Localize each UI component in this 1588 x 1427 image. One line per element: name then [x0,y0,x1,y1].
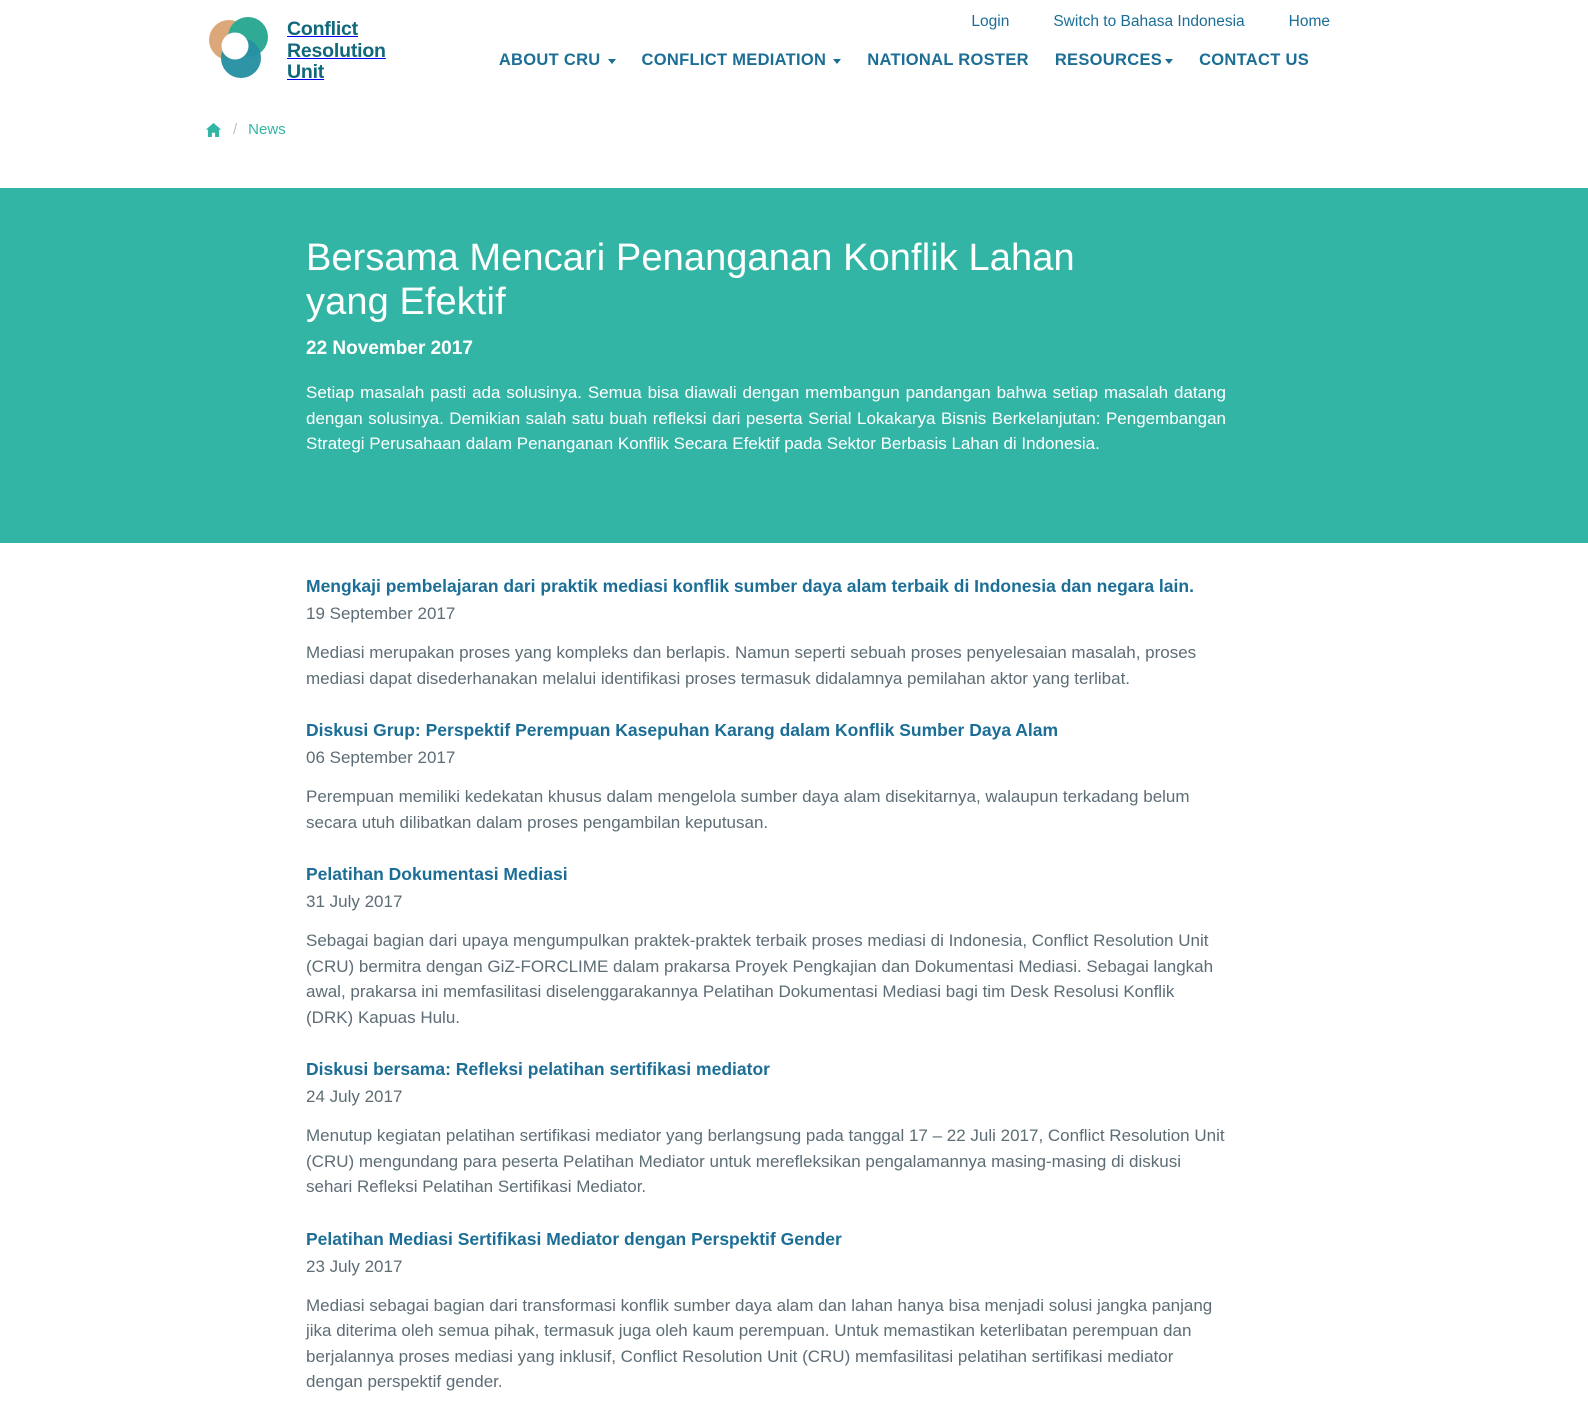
nav-item-national-roster[interactable]: NATIONAL ROSTER [867,51,1029,70]
chevron-down-icon [1165,59,1174,64]
breadcrumb: / News [205,121,286,138]
site-header: Conflict Resolution Unit Login Switch to… [0,0,1588,188]
cru-circles-logo-icon [205,14,273,82]
news-list: Mengkaji pembelajaran dari praktik media… [306,543,1226,1395]
nav-label-conflict-mediation: CONFLICT MEDIATION [641,51,827,69]
nav-item-contact-us[interactable]: CONTACT US [1199,51,1309,70]
list-item: Pelatihan Dokumentasi Mediasi 31 July 20… [306,861,1226,1030]
news-title-link[interactable]: Pelatihan Dokumentasi Mediasi [306,861,1226,887]
chevron-down-icon [833,59,842,64]
nav-item-resources[interactable]: RESOURCES [1054,51,1174,70]
nav-label-contact-us: CONTACT US [1199,51,1309,69]
list-item: Pelatihan Mediasi Sertifikasi Mediator d… [306,1226,1226,1395]
news-title-link[interactable]: Diskusi bersama: Refleksi pelatihan sert… [306,1056,1226,1082]
news-excerpt: Mediasi sebagai bagian dari transformasi… [306,1295,1213,1392]
list-item: Mengkaji pembelajaran dari praktik media… [306,573,1226,691]
news-excerpt: Menutup kegiatan pelatihan sertifikasi m… [306,1126,1225,1196]
news-title-link[interactable]: Diskusi Grup: Perspektif Perempuan Kasep… [306,717,1226,743]
nav-item-conflict-mediation[interactable]: CONFLICT MEDIATION [642,51,842,70]
home-icon[interactable] [205,122,222,138]
news-date: 19 September 2017 [306,604,456,623]
news-date: 24 July 2017 [306,1087,403,1106]
hero-description: Setiap masalah pasti ada solusinya. Semu… [306,383,1226,453]
nav-item-about-cru[interactable]: ABOUT CRU [499,51,616,70]
list-item: Diskusi Grup: Perspektif Perempuan Kasep… [306,717,1226,835]
nav-label-about-cru: ABOUT CRU [498,51,601,69]
breadcrumb-item-news[interactable]: News [248,121,286,138]
utility-links: Login Switch to Bahasa Indonesia Home [971,13,1330,31]
brand-logo[interactable]: Conflict Resolution Unit [205,14,386,84]
news-excerpt: Perempuan memiliki kedekatan khusus dala… [306,787,1190,832]
home-link[interactable]: Home [1289,13,1330,31]
news-title-link[interactable]: Mengkaji pembelajaran dari praktik media… [306,573,1226,599]
breadcrumb-separator: / [233,121,238,138]
news-date: 31 July 2017 [306,892,403,911]
login-link[interactable]: Login [971,13,1009,31]
hero-date: 22 November 2017 [306,338,473,359]
nav-label-resources: RESOURCES [1054,51,1163,69]
chevron-down-icon [607,59,616,64]
nav-label-national-roster: NATIONAL ROSTER [867,51,1029,69]
list-item: Diskusi bersama: Refleksi pelatihan sert… [306,1056,1226,1200]
page-title: Bersama Mencari Penanganan Konflik Lahan… [306,237,1075,323]
language-switch-link[interactable]: Switch to Bahasa Indonesia [1053,13,1244,31]
brand-name: Conflict Resolution Unit [287,18,386,83]
news-date: 06 September 2017 [306,748,456,767]
main-navigation: ABOUT CRU CONFLICT MEDIATION NATIONAL RO… [499,51,1309,70]
news-date: 23 July 2017 [306,1256,403,1276]
hero-banner: Bersama Mencari Penanganan Konflik Lahan… [0,188,1588,543]
news-title-link[interactable]: Pelatihan Mediasi Sertifikasi Mediator d… [306,1226,1226,1252]
news-excerpt: Sebagai bagian dari upaya mengumpulkan p… [306,931,1214,1027]
news-excerpt: Mediasi merupakan proses yang kompleks d… [306,643,1197,688]
